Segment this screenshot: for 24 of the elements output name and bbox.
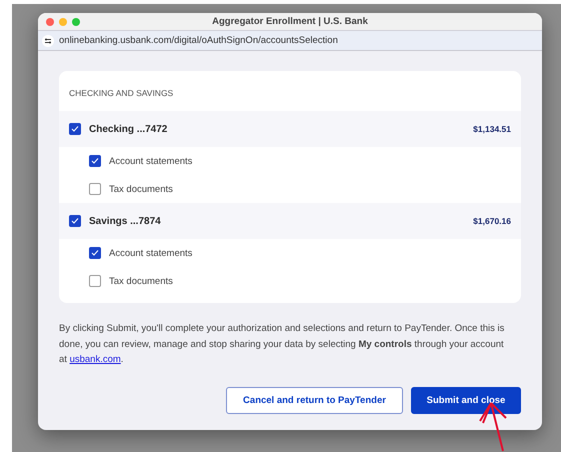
checkbox[interactable] [89,247,101,259]
option-label: Account statements [109,248,192,258]
option-label: Tax documents [109,276,173,286]
account-balance: $1,670.16 [473,216,511,226]
account-balance: $1,134.51 [473,124,511,134]
notice-text: By clicking Submit, you'll complete your authorization and selections and return to PayTender. Once this is done, you can review, manage and stop sharing your data by selecting My controls through your account at usbank.com. [59,322,506,367]
checkbox[interactable] [69,215,81,227]
usbank-link[interactable]: usbank.com [70,354,121,365]
option-label: Tax documents [109,184,173,194]
option-label: Account statements [109,156,192,166]
checkbox[interactable] [89,155,101,167]
address-bar[interactable]: onlinebanking.usbank.com/digital/oAuthSignOn/accountsSelection [38,31,542,51]
site-settings-icon[interactable] [42,34,54,46]
account-name: Checking ...7472 [89,124,168,134]
submit-button[interactable]: Submit and close [411,386,521,414]
cancel-button[interactable]: Cancel and return to PayTender [226,386,403,414]
checkbox[interactable] [69,123,81,135]
window-title: Aggregator Enrollment | U.S. Bank [212,16,368,27]
account-name: Savings ...7874 [89,216,162,226]
checkbox[interactable] [89,275,101,287]
checkbox[interactable] [89,183,101,195]
url-text: onlinebanking.usbank.com/digital/oAuthSignOn/accountsSelection [59,35,338,46]
section-heading: CHECKING AND SAVINGS [68,87,174,100]
close-icon[interactable] [46,18,54,26]
